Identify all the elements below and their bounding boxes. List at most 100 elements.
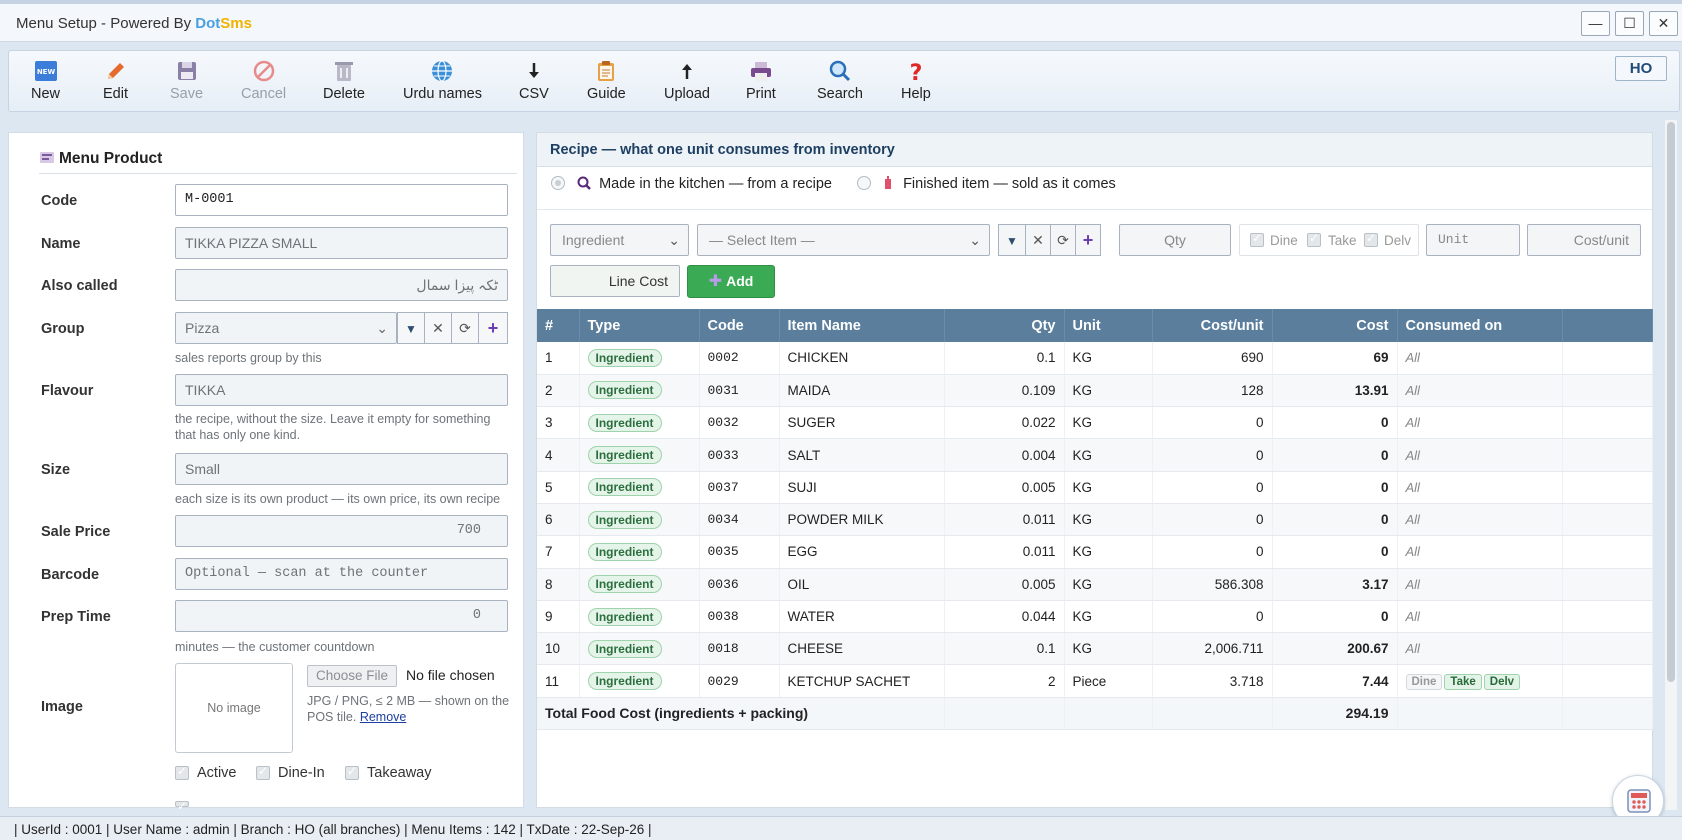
help-button[interactable]: ? Help: [901, 59, 931, 102]
item-select[interactable]: — Select Item — ⌄: [697, 224, 990, 256]
group-select[interactable]: Pizza ⌄: [175, 312, 397, 344]
also-called-field[interactable]: ٹکہ پیزا سمال: [175, 269, 508, 301]
add-group-button[interactable]: +: [478, 312, 508, 344]
dinein-checkbox[interactable]: [256, 764, 270, 780]
file-status: No file chosen: [406, 667, 495, 683]
unit-input[interactable]: Unit: [1426, 224, 1520, 256]
delv-checkbox[interactable]: [1364, 231, 1378, 247]
brand-sms: Sms: [220, 15, 252, 32]
item-unit: KG: [1064, 568, 1153, 601]
urdu-names-button[interactable]: Urdu names: [403, 59, 482, 102]
item-cost-per-unit: 128: [1152, 374, 1273, 408]
dine-checkbox[interactable]: [1250, 231, 1264, 247]
choose-file-button[interactable]: Choose File: [307, 665, 398, 687]
dine-label: Dine: [1270, 233, 1298, 248]
item-cost: 0: [1272, 503, 1398, 537]
code-field[interactable]: M-0001: [175, 184, 508, 216]
csv-button[interactable]: CSV: [519, 59, 549, 102]
table-row[interactable]: 6 Ingredient 0034 POWDER MILK 0.011 KG 0…: [537, 503, 1653, 537]
radio-finished[interactable]: [857, 176, 871, 190]
remove-image-link[interactable]: Remove: [360, 710, 407, 724]
refresh-button[interactable]: ⟳: [1050, 224, 1076, 256]
flavour-field[interactable]: TIKKA: [175, 374, 508, 406]
close-button[interactable]: ✕: [1649, 11, 1678, 36]
item-cost-per-unit: 0: [1152, 406, 1273, 440]
table-row[interactable]: 9 Ingredient 0038 WATER 0.044 KG 0 0 All: [537, 600, 1653, 634]
item-cost: 7.44: [1272, 664, 1398, 698]
consumed-on: Dine Take Delv: [1397, 664, 1563, 698]
take-tag[interactable]: Take: [1444, 673, 1482, 690]
add-button[interactable]: ✚ Add: [687, 265, 775, 298]
mode-finished-option[interactable]: Finished item — sold as it comes: [857, 176, 1116, 194]
item-cost: 0: [1272, 600, 1398, 634]
maximize-button[interactable]: ☐: [1615, 11, 1644, 36]
qty-input[interactable]: Qty: [1119, 224, 1231, 256]
takeaway-checkbox[interactable]: [345, 764, 359, 780]
add-item-button[interactable]: +: [1075, 224, 1101, 256]
mode-kitchen-option[interactable]: Made in the kitchen — from a recipe: [551, 176, 832, 194]
refresh-button[interactable]: ⟳: [451, 312, 479, 344]
recipe-heading: Recipe — what one unit consumes from inv…: [537, 133, 1652, 167]
table-row[interactable]: 10 Ingredient 0018 CHEESE 0.1 KG 2,006.7…: [537, 632, 1653, 666]
edit-button[interactable]: Edit: [103, 59, 128, 102]
size-field[interactable]: Small: [175, 453, 508, 485]
delv-tag[interactable]: Delv: [1483, 673, 1521, 690]
type-select[interactable]: Ingredient ⌄: [550, 224, 689, 256]
col-consumed-on[interactable]: Consumed on: [1397, 309, 1563, 342]
cost-per-unit-input[interactable]: Cost/unit: [1527, 224, 1641, 256]
more-checkbox[interactable]: [175, 799, 189, 813]
scrollbar-thumb[interactable]: [1667, 122, 1675, 682]
col-cost[interactable]: Cost: [1272, 309, 1398, 342]
item-unit: Piece: [1064, 664, 1153, 698]
image-label: Image: [41, 699, 83, 715]
clear-button[interactable]: ✕: [1025, 224, 1051, 256]
item-unit: KG: [1064, 600, 1153, 634]
item-unit: KG: [1064, 406, 1153, 440]
filter-button[interactable]: ▼: [397, 312, 425, 344]
table-row[interactable]: 2 Ingredient 0031 MAIDA 0.109 KG 128 13.…: [537, 374, 1653, 408]
take-checkbox[interactable]: [1307, 231, 1321, 247]
col-unit[interactable]: Unit: [1064, 309, 1153, 342]
col-type[interactable]: Type: [579, 309, 700, 342]
clear-button[interactable]: ✕: [424, 312, 452, 344]
cancel-button[interactable]: Cancel: [241, 59, 286, 102]
table-row[interactable]: 3 Ingredient 0032 SUGER 0.022 KG 0 0 All: [537, 406, 1653, 440]
table-row[interactable]: 8 Ingredient 0036 OIL 0.005 KG 586.308 3…: [537, 568, 1653, 601]
print-button[interactable]: Print: [746, 59, 776, 102]
prep-time-field[interactable]: 0: [175, 600, 508, 632]
upload-button[interactable]: Upload: [664, 59, 710, 102]
col-cost-per-unit[interactable]: Cost/unit: [1152, 309, 1273, 342]
col-number[interactable]: #: [537, 309, 580, 342]
table-row[interactable]: 5 Ingredient 0037 SUJI 0.005 KG 0 0 All: [537, 471, 1653, 504]
panel-heading: Menu Product: [39, 149, 162, 170]
table-row[interactable]: 1 Ingredient 0002 CHICKEN 0.1 KG 690 69 …: [537, 342, 1653, 375]
search-button[interactable]: Search: [817, 59, 863, 102]
name-field[interactable]: TIKKA PIZZA SMALL: [175, 227, 508, 259]
filter-button[interactable]: ▼: [998, 224, 1026, 256]
item-qty: 0.005: [944, 568, 1065, 601]
ho-button[interactable]: HO: [1615, 56, 1667, 81]
col-code[interactable]: Code: [699, 309, 780, 342]
consumed-on: All: [1397, 471, 1563, 504]
consumed-on: All: [1397, 632, 1563, 666]
line-cost-input[interactable]: Line Cost: [550, 265, 680, 297]
guide-button[interactable]: Guide: [587, 59, 626, 102]
take-label: Take: [1328, 233, 1357, 248]
radio-kitchen[interactable]: [551, 176, 565, 190]
new-button[interactable]: NEW New: [31, 59, 60, 102]
col-item-name[interactable]: Item Name: [779, 309, 945, 342]
active-checkbox[interactable]: [175, 764, 189, 780]
dine-tag[interactable]: Dine: [1405, 673, 1443, 690]
table-row[interactable]: 7 Ingredient 0035 EGG 0.011 KG 0 0 All: [537, 535, 1653, 569]
col-qty[interactable]: Qty: [944, 309, 1065, 342]
table-row[interactable]: 11 Ingredient 0029 KETCHUP SACHET 2 Piec…: [537, 664, 1653, 698]
barcode-field[interactable]: Optional — scan at the counter: [175, 558, 508, 590]
delete-button[interactable]: Delete: [323, 59, 365, 102]
sale-price-field[interactable]: 700: [175, 515, 508, 547]
table-row[interactable]: 4 Ingredient 0033 SALT 0.004 KG 0 0 All: [537, 438, 1653, 472]
window-title: Menu Setup - Powered By DotSms: [16, 15, 252, 32]
save-button[interactable]: Save: [170, 59, 203, 102]
recipe-panel: Recipe — what one unit consumes from inv…: [536, 132, 1653, 808]
minimize-button[interactable]: —: [1581, 11, 1610, 36]
item-name: OIL: [779, 568, 945, 601]
